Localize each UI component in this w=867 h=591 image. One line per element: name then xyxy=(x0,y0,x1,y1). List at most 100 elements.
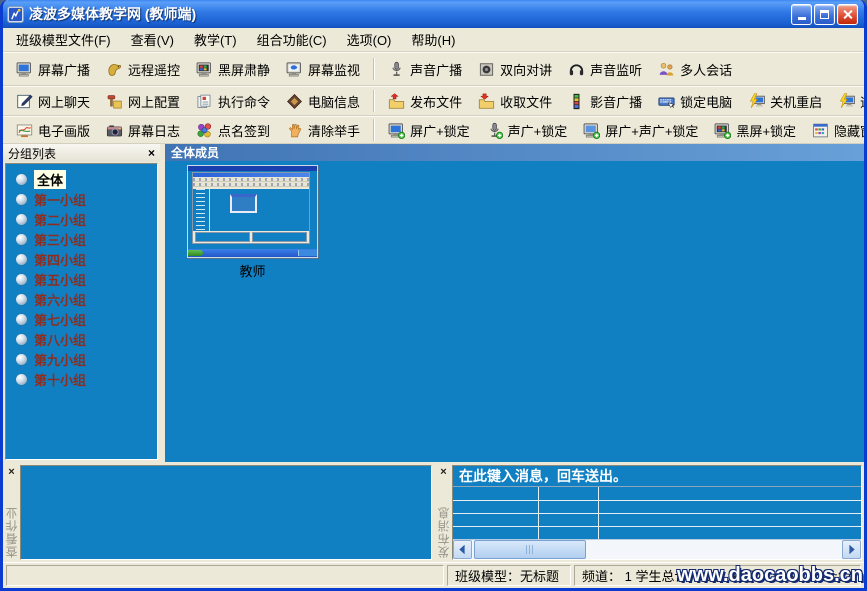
tool-e-board[interactable]: 电子画版 xyxy=(8,119,98,142)
rollcall-balls-icon xyxy=(196,122,213,139)
menu-file[interactable]: 班级模型文件(F) xyxy=(6,28,121,51)
tool-label: 屏广+锁定 xyxy=(410,121,470,140)
tool-roll-call[interactable]: 点名签到 xyxy=(188,119,278,142)
tool-screen-lock[interactable]: 屏广+锁定 xyxy=(380,119,478,142)
group-label: 第二小组 xyxy=(34,210,86,229)
tool-pc-info[interactable]: 电脑信息 xyxy=(278,90,368,113)
group-label: 第一小组 xyxy=(34,190,86,209)
watermark: www.daocaobbs.cn xyxy=(677,564,863,587)
horizontal-scrollbar[interactable] xyxy=(453,539,861,559)
tool-label: 发布文件 xyxy=(410,92,462,111)
headphones-icon xyxy=(568,61,585,78)
camera-icon xyxy=(106,122,123,139)
close-button[interactable] xyxy=(837,4,858,25)
menu-view[interactable]: 查看(V) xyxy=(121,28,184,51)
tool-label: 屏幕广播 xyxy=(38,60,90,79)
group-label: 第五小组 xyxy=(34,270,86,289)
status-segment-2: 班级模型：无标题 xyxy=(447,565,571,586)
group-ball-icon xyxy=(16,174,27,185)
tool-label: 锁定电脑 xyxy=(680,92,732,111)
message-input-prompt[interactable]: 在此键入消息，回车送出。 xyxy=(453,466,861,487)
sidebar-item-group-6[interactable]: 第六小组 xyxy=(6,289,157,309)
sidebar-item-group-1[interactable]: 第一小组 xyxy=(6,189,157,209)
tool-label: 点名签到 xyxy=(218,121,270,140)
menu-help[interactable]: 帮助(H) xyxy=(401,28,465,51)
tool-voice-monitor[interactable]: 声音监听 xyxy=(560,58,650,81)
tool-label: 黑屏肃静 xyxy=(218,60,270,79)
scroll-left-button[interactable] xyxy=(453,540,472,559)
member-teacher[interactable]: 教师 xyxy=(187,165,318,280)
toolbar-separator xyxy=(373,119,375,141)
members-header: 全体成员 xyxy=(165,144,864,161)
sidebar-item-all[interactable]: 全体 xyxy=(6,169,157,189)
sidebar-item-group-9[interactable]: 第九小组 xyxy=(6,349,157,369)
tool-collect-file[interactable]: 收取文件 xyxy=(470,90,560,113)
menu-teach[interactable]: 教学(T) xyxy=(184,28,247,51)
tool-screen-log[interactable]: 屏幕日志 xyxy=(98,119,188,142)
intercom-speaker-icon xyxy=(478,61,495,78)
sidebar-item-group-4[interactable]: 第四小组 xyxy=(6,249,157,269)
tool-screen-monitor[interactable]: 屏幕监视 xyxy=(278,58,368,81)
tool-shutdown-restart[interactable]: 关机重启 xyxy=(740,90,830,113)
toolbar-row-1: 屏幕广播 远程遥控 黑屏肃静屏幕监视 声音广播双向对讲声音监听多人会话 xyxy=(3,52,864,86)
tool-voice-lock[interactable]: 声广+锁定 xyxy=(478,119,576,142)
close-icon[interactable]: × xyxy=(8,467,14,478)
member-screen-thumbnail[interactable] xyxy=(187,165,318,258)
close-icon[interactable]: × xyxy=(440,467,446,478)
screen-voice-lock-icon xyxy=(583,122,600,139)
mini-titlebar xyxy=(188,166,317,171)
voice-lock-icon xyxy=(486,122,503,139)
app-icon xyxy=(7,6,24,23)
power-restart-icon xyxy=(748,93,765,110)
tool-two-way-talk[interactable]: 双向对讲 xyxy=(470,58,560,81)
menu-options[interactable]: 选项(O) xyxy=(337,28,402,51)
tool-remote-control[interactable]: 远程遥控 xyxy=(98,58,188,81)
sidebar-item-group-7[interactable]: 第七小组 xyxy=(6,309,157,329)
tool-label: 声广+锁定 xyxy=(508,121,568,140)
tool-multi-chat[interactable]: 多人会话 xyxy=(650,58,740,81)
sidebar-item-group-3[interactable]: 第三小组 xyxy=(6,229,157,249)
minimize-button[interactable] xyxy=(791,4,812,25)
sidebar-item-group-8[interactable]: 第八小组 xyxy=(6,329,157,349)
sidebar-item-group-10[interactable]: 第十小组 xyxy=(6,369,157,389)
tool-black-lock[interactable]: 黑屏+锁定 xyxy=(706,119,804,142)
tool-screen-broadcast[interactable]: 屏幕广播 xyxy=(8,58,98,81)
tool-av-broadcast[interactable]: 影音广播 xyxy=(560,90,650,113)
close-icon[interactable]: × xyxy=(148,148,155,158)
tool-net-chat[interactable]: 网上聊天 xyxy=(8,90,98,113)
scrollbar-thumb[interactable] xyxy=(474,540,586,559)
publish-tab[interactable]: 发布消息 xyxy=(435,482,452,558)
mini-window xyxy=(192,172,310,244)
bottom-panels: × 查看作业 × 发布消息 在此键入消息，回车送出。 xyxy=(3,462,864,562)
group-label: 第九小组 xyxy=(34,350,86,369)
sidebar-item-group-5[interactable]: 第五小组 xyxy=(6,269,157,289)
mini-tray xyxy=(298,250,317,256)
scroll-right-button[interactable] xyxy=(842,540,861,559)
menu-combo[interactable]: 组合功能(C) xyxy=(247,28,337,51)
maximize-button[interactable] xyxy=(814,4,835,25)
sidebar-item-group-2[interactable]: 第二小组 xyxy=(6,209,157,229)
tool-black-screen[interactable]: 黑屏肃静 xyxy=(188,58,278,81)
tool-label: 电脑信息 xyxy=(308,92,360,111)
tool-label: 声音广播 xyxy=(410,60,462,79)
tool-send-file[interactable]: 发布文件 xyxy=(380,90,470,113)
app-window: 凌波多媒体教学网 (教师端) 班级模型文件(F)查看(V)教学(T)组合功能(C… xyxy=(0,0,867,591)
tool-clear-hands[interactable]: 清除举手 xyxy=(278,119,368,142)
film-icon xyxy=(568,93,585,110)
tool-lock-pc[interactable]: 锁定电脑 xyxy=(650,90,740,113)
tool-remote-poweron[interactable]: 远程开机 xyxy=(830,90,864,113)
group-label: 第六小组 xyxy=(34,290,86,309)
mini-taskbar xyxy=(188,249,317,257)
tool-screen-voice-lock[interactable]: 屏广+声广+锁定 xyxy=(575,119,706,142)
tool-voice-broadcast[interactable]: 声音广播 xyxy=(380,58,470,81)
homework-panel-strip: × 查看作业 xyxy=(3,465,20,562)
tool-label: 远程遥控 xyxy=(128,60,180,79)
homework-tab[interactable]: 查看作业 xyxy=(3,482,20,558)
tool-hide-window[interactable]: 隐藏窗口 xyxy=(804,119,864,142)
arrow-right-icon xyxy=(843,541,860,558)
tool-net-config[interactable]: 网上配置 xyxy=(98,90,188,113)
titlebar[interactable]: 凌波多媒体教学网 (教师端) xyxy=(3,0,864,28)
tool-exec-command[interactable]: 执行命令 xyxy=(188,90,278,113)
group-list: 全体第一小组第二小组第三小组第四小组第五小组第六小组第七小组第八小组第九小组第十… xyxy=(5,163,158,460)
tool-label: 影音广播 xyxy=(590,92,642,111)
